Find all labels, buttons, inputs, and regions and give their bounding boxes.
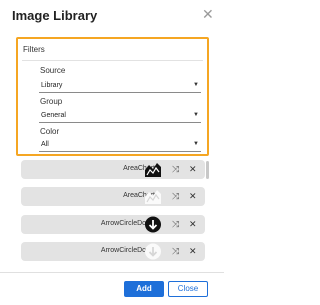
list-scrollbar[interactable] [206,161,209,179]
dropdown-arrow-icon: ▼ [193,82,199,88]
group-select[interactable]: General ▼ [39,110,201,123]
filters-panel: Filters Source Library ▼ Group General ▼… [16,37,209,156]
footer-divider [0,272,224,273]
add-button[interactable]: Add [124,281,164,297]
color-select[interactable]: All ▼ [39,139,201,152]
group-label: Group [40,97,63,106]
close-dialog-icon[interactable]: ✕ [202,7,214,21]
image-list-item[interactable]: ArrowCircleDown ⤨ ✕ [21,215,205,234]
arrow-circle-down-icon [145,243,161,260]
dialog-title: Image Library [12,8,98,23]
area-chart-icon [145,163,161,177]
shuffle-icon[interactable]: ⤨ [172,219,179,230]
source-label: Source [40,66,66,75]
dropdown-arrow-icon: ▼ [193,141,199,147]
source-select[interactable]: Library ▼ [39,80,201,93]
color-select-value: All [41,141,49,148]
dropdown-arrow-icon: ▼ [193,112,199,118]
remove-icon[interactable]: ✕ [189,219,197,230]
group-select-value: General [41,112,66,119]
shuffle-icon[interactable]: ⤨ [172,191,179,202]
shuffle-icon[interactable]: ⤨ [172,164,179,175]
shuffle-icon[interactable]: ⤨ [172,246,179,257]
image-list-item[interactable]: ArrowCircleDown ⤨ ✕ [21,242,205,261]
arrow-circle-down-icon [145,216,161,233]
remove-icon[interactable]: ✕ [189,246,197,257]
close-button[interactable]: Close [168,281,208,297]
remove-icon[interactable]: ✕ [189,191,197,202]
filters-legend: Filters [23,45,45,54]
source-select-value: Library [41,82,63,89]
area-chart-icon [145,190,161,204]
image-list-item[interactable]: AreaChart ⤨ ✕ [21,160,205,179]
filters-divider [22,60,203,61]
remove-icon[interactable]: ✕ [189,164,197,175]
image-list-item[interactable]: AreaChart ⤨ ✕ [21,187,205,206]
color-label: Color [40,127,60,136]
